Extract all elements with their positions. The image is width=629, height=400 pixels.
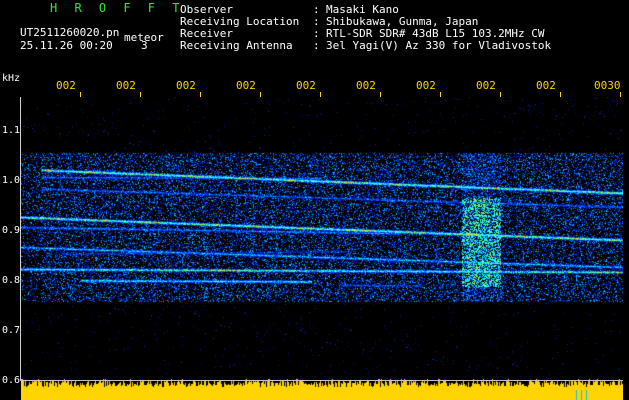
plot-baseline — [20, 380, 623, 381]
x-tick-9: 002 — [536, 79, 556, 92]
x-tick-2: 002 — [116, 79, 136, 92]
capture-datetime: 25.11.26 00:20 — [20, 39, 113, 52]
y-tick-1-1: 1.1 — [2, 125, 21, 136]
x-tick-7: 002 — [416, 79, 436, 92]
antenna-label: Receiving Antenna — [180, 39, 293, 52]
x-tick-4: 002 — [236, 79, 256, 92]
antenna-value: 3el Yagi(V) Az 330 for Vladivostok — [326, 39, 552, 52]
x-tick-6: 002 — [356, 79, 376, 92]
y-tick-0-8: 0.8 — [2, 275, 21, 286]
x-tick-1: 002 — [56, 79, 76, 92]
x-tick-10: 0030 — [594, 79, 621, 92]
hrofft-spectrogram-screen: H R O F F T UT2511260020.pn meteor 25.11… — [0, 0, 629, 400]
spectrogram-image — [21, 97, 623, 376]
y-tick-0-7: 0.7 — [2, 325, 21, 336]
brand-title: H R O F F T — [50, 1, 185, 15]
x-tick-8: 002 — [476, 79, 496, 92]
y-tick-1-0: 1.0 — [2, 175, 21, 186]
x-tick-3: 002 — [176, 79, 196, 92]
meteor-count: 3 — [141, 39, 148, 52]
x-tick-5: 002 — [296, 79, 316, 92]
file-name: UT2511260020.pn — [20, 26, 120, 39]
y-tick-0-6: 0.6 — [2, 375, 21, 386]
y-tick-0-9: 0.9 — [2, 225, 21, 236]
frequency-unit-label: kHz — [2, 73, 21, 84]
antenna-colon: : — [313, 39, 320, 52]
